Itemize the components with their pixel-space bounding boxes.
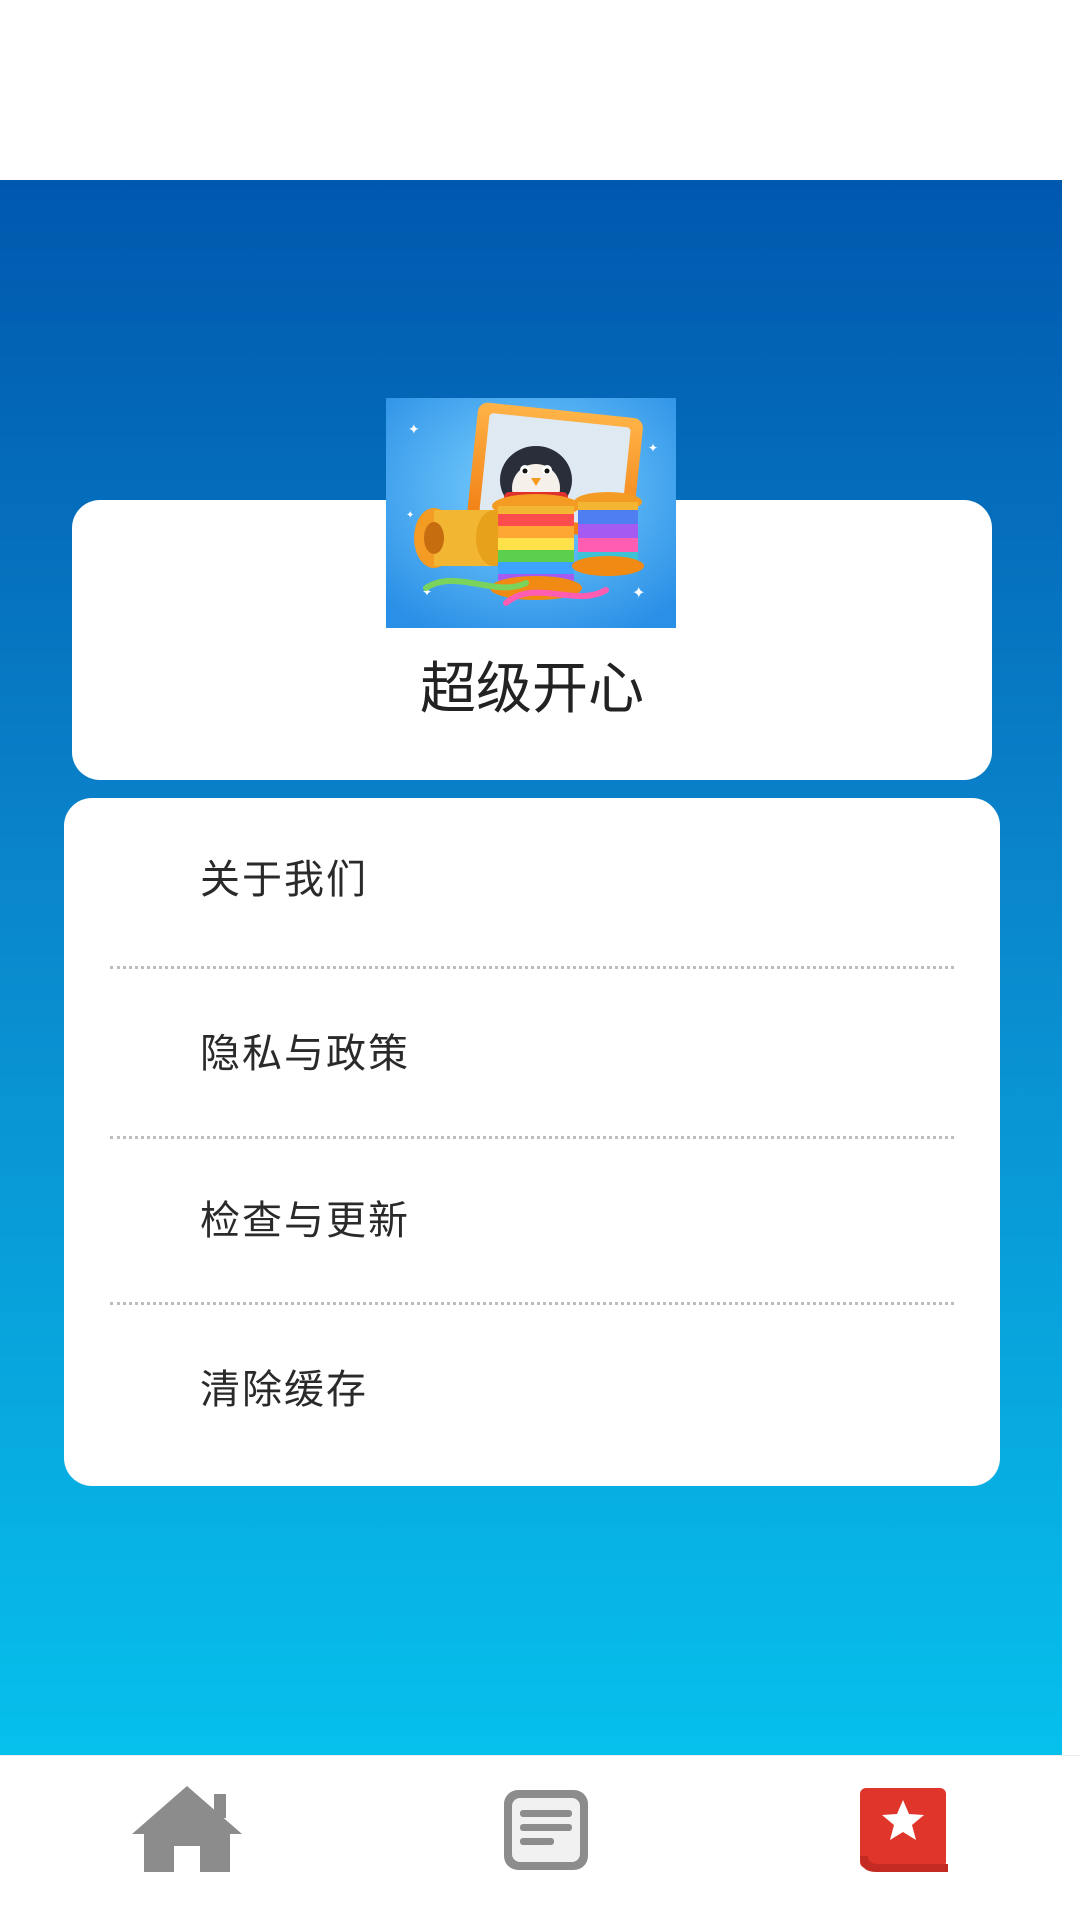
menu-item-about-us[interactable]: 关于我们 <box>64 820 1000 940</box>
menu-item-privacy-policy[interactable]: 隐私与政策 <box>64 994 1000 1114</box>
app-name: 超级开心 <box>420 657 644 722</box>
menu-item-clear-cache[interactable]: 清除缓存 <box>64 1330 1000 1450</box>
divider <box>110 966 954 969</box>
status-bar-area <box>0 0 1080 180</box>
app-logo: ✦ ✦ ✦ ✦ ✦ <box>386 398 676 628</box>
svg-text:✦: ✦ <box>648 441 658 455</box>
favorites-book-icon <box>860 1788 948 1872</box>
list-icon <box>504 1790 588 1870</box>
svg-text:✦: ✦ <box>406 510 414 521</box>
bottom-navigation <box>0 1755 1080 1920</box>
menu-item-label: 检查与更新 <box>200 1198 410 1244</box>
nav-home[interactable] <box>122 1776 252 1886</box>
nav-list[interactable] <box>480 1776 610 1886</box>
settings-menu-card: 关于我们 隐私与政策 检查与更新 清除缓存 <box>64 798 1000 1486</box>
menu-item-label: 清除缓存 <box>200 1367 368 1413</box>
menu-item-label: 关于我们 <box>200 857 368 903</box>
home-icon <box>132 1786 242 1872</box>
edge-strip <box>1062 180 1080 1755</box>
menu-item-check-update[interactable]: 检查与更新 <box>64 1161 1000 1281</box>
menu-item-label: 隐私与政策 <box>200 1031 410 1077</box>
svg-text:✦: ✦ <box>408 422 420 438</box>
divider <box>110 1302 954 1305</box>
nav-favorites[interactable] <box>838 1776 968 1886</box>
yarn-penguin-logo: ✦ ✦ ✦ ✦ ✦ <box>386 398 676 628</box>
divider <box>110 1136 954 1139</box>
settings-page: ✦ ✦ ✦ ✦ ✦ 超级开心 关于我们 隐私与政策 检查与更新 清除缓存 <box>0 0 1080 1920</box>
svg-text:✦: ✦ <box>632 583 645 602</box>
